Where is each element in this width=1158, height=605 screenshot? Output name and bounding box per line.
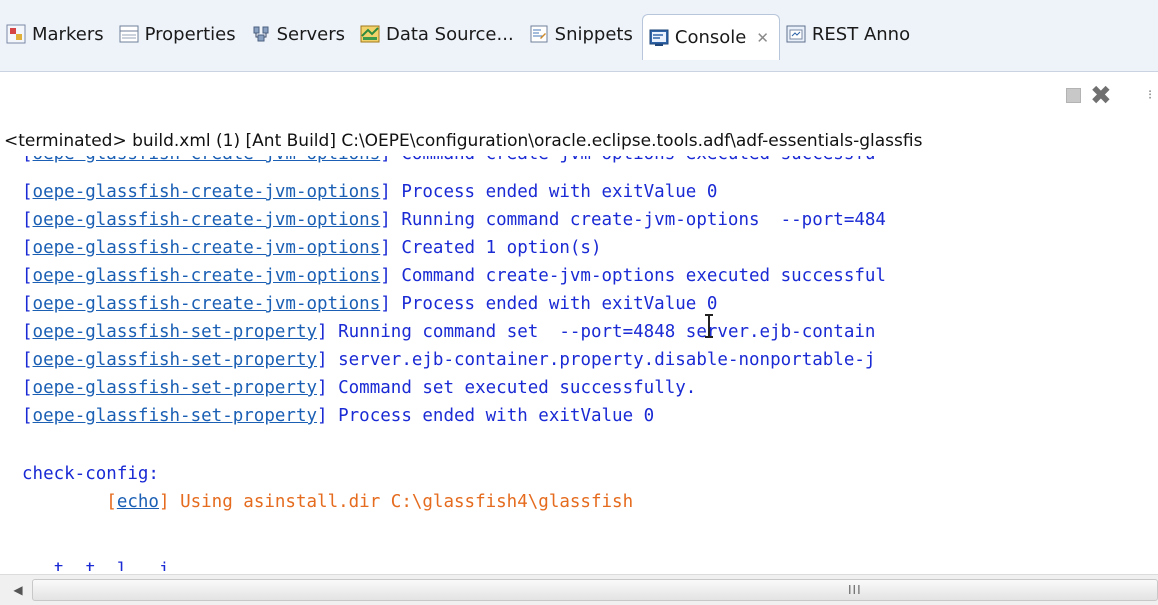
remove-launch-icon: ✖ [1090, 81, 1112, 111]
tab-label: Snippets [554, 23, 633, 45]
tab-markers[interactable]: Markers [0, 13, 113, 55]
horizontal-scrollbar[interactable]: ◀ III [0, 574, 1158, 605]
task-link[interactable]: oepe-glassfish-create-jvm-options [33, 294, 381, 314]
console-line: [oepe-glassfish-set-property] Running co… [22, 322, 876, 342]
console-line: [oepe-glassfish-set-property] Command se… [22, 378, 697, 398]
partial-line: t t l i [22, 560, 170, 571]
text-cursor-icon [705, 314, 713, 338]
tab-label: Console [674, 27, 747, 48]
echo-line: [echo] Using asinstall.dir C:\glassfish4… [22, 492, 634, 512]
remove-launch-button[interactable]: ✖ [1090, 83, 1112, 109]
console-line: [oepe-glassfish-create-jvm-options] Comm… [22, 266, 886, 286]
console-line: [oepe-glassfish-set-property] server.ejb… [22, 350, 876, 370]
tab-label: Properties [144, 23, 236, 45]
task-link[interactable]: oepe-glassfish-set-property [33, 350, 317, 370]
task-link[interactable]: oepe-glassfish-set-property [33, 406, 317, 426]
console-toolbar: ✖ ⁝ [0, 72, 1158, 124]
tab-data-source[interactable]: Data Source... [354, 13, 523, 55]
process-description: <terminated> build.xml (1) [Ant Build] C… [4, 131, 923, 151]
console-line: [oepe-glassfish-create-jvm-options] Comm… [22, 156, 875, 167]
console-icon [649, 29, 669, 46]
tab-properties[interactable]: Properties [113, 13, 245, 55]
task-link[interactable]: oepe-glassfish-set-property [33, 378, 317, 398]
console-output[interactable]: [oepe-glassfish-create-jvm-options] Comm… [0, 156, 1158, 574]
tab-console[interactable]: Console ✕ [641, 14, 780, 60]
rest-icon [786, 25, 806, 43]
console-line: [oepe-glassfish-create-jvm-options] Runn… [22, 210, 886, 230]
view-tab-bar: Markers Properties Servers Data Source..… [0, 0, 1158, 72]
tab-rest-annotations[interactable]: REST Anno [780, 13, 919, 55]
task-link[interactable]: oepe-glassfish-create-jvm-options [33, 182, 381, 202]
properties-icon [119, 25, 139, 43]
task-link[interactable]: oepe-glassfish-create-jvm-options [33, 266, 381, 286]
close-tab-icon[interactable]: ✕ [756, 29, 769, 47]
tab-label: Servers [276, 23, 345, 45]
tab-servers[interactable]: Servers [245, 13, 354, 55]
task-link[interactable]: oepe-glassfish-create-jvm-options [33, 210, 381, 230]
target-line: check-config: [22, 464, 159, 484]
data-source-icon [360, 25, 380, 43]
console-line: [oepe-glassfish-create-jvm-options] Proc… [22, 294, 718, 314]
servers-icon [253, 26, 269, 42]
tab-label: Markers [32, 23, 104, 45]
terminate-icon [1066, 88, 1081, 103]
tab-label: Data Source... [385, 23, 514, 45]
console-line: [oepe-glassfish-set-property] Process en… [22, 406, 655, 426]
tab-label: REST Anno [811, 23, 911, 45]
task-link[interactable]: oepe-glassfish-create-jvm-options [33, 238, 381, 258]
markers-icon [6, 24, 26, 44]
scrollbar-thumb[interactable]: III [32, 579, 1158, 601]
grip-icon: III [848, 583, 862, 597]
view-tabs: Markers Properties Servers Data Source..… [0, 13, 919, 60]
task-link[interactable]: echo [117, 492, 159, 512]
scroll-left-icon[interactable]: ◀ [8, 580, 28, 600]
snippets-icon [530, 25, 548, 43]
task-link[interactable]: oepe-glassfish-set-property [33, 322, 317, 342]
console-line: [oepe-glassfish-create-jvm-options] Proc… [22, 182, 718, 202]
view-menu-icon[interactable]: ⁝ [1148, 88, 1158, 110]
terminate-button[interactable] [1063, 85, 1085, 107]
console-line: [oepe-glassfish-create-jvm-options] Crea… [22, 238, 602, 258]
task-link[interactable]: oepe-glassfish-create-jvm-options [33, 156, 381, 164]
tab-snippets[interactable]: Snippets [523, 13, 642, 55]
